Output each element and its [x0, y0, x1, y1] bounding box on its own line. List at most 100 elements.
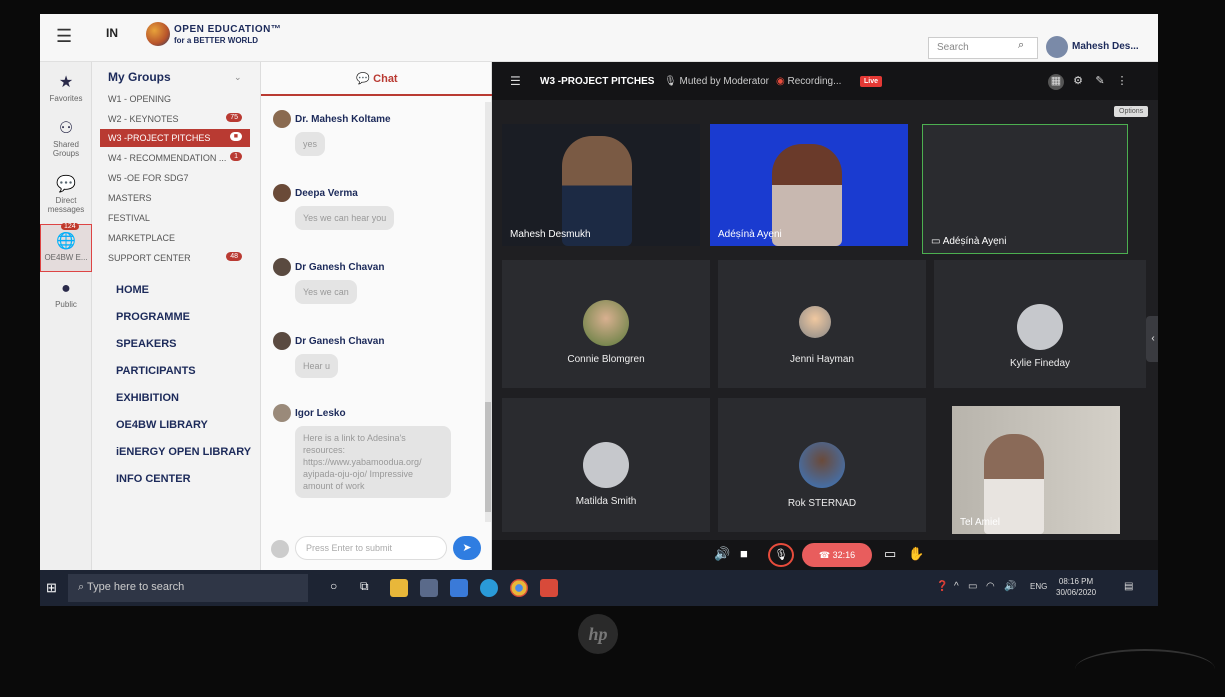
video-conference: ☰ W3 -PROJECT PITCHES 🎙 Muted by Moderat…	[492, 62, 1158, 570]
group-item[interactable]: MASTERS	[100, 189, 250, 207]
rail-item-oe4bw[interactable]: 124 🌐 OE4BW E...	[40, 223, 92, 272]
brand-mark: IN	[106, 26, 118, 40]
nav-ienergy-library[interactable]: iENERGY OPEN LIBRARY	[116, 446, 251, 458]
participant-name: Tel Amiel	[960, 517, 1001, 528]
mic-off-icon: 🎙	[774, 549, 788, 561]
more-options-icon[interactable]: ⋮	[1114, 74, 1130, 90]
participant-tile[interactable]: ▭ Adéṣínà Ayẹni	[922, 124, 1128, 254]
message-bubble: Yes we can	[295, 280, 357, 304]
chevron-down-icon[interactable]: ⌄	[234, 72, 242, 83]
rail-item-direct-messages[interactable]: 💬 Direct messages	[40, 174, 92, 214]
pencil-icon[interactable]: ✎	[1092, 74, 1108, 90]
raise-hand-icon[interactable]: ✋	[908, 546, 924, 562]
group-item[interactable]: W4 - RECOMMENDATION ... 1	[100, 149, 250, 167]
message-author: Dr Ganesh Chavan	[295, 262, 385, 273]
powerpoint-icon[interactable]	[540, 579, 558, 597]
participant-name: ▭ Adéṣínà Ayẹni	[931, 236, 1007, 247]
windows-taskbar: ⊞ ⌕ Type here to search ○ ⧉ ❓ ^ ▭ ◠ 🔊 EN…	[40, 570, 1158, 606]
chevron-left-icon[interactable]: ‹	[1146, 316, 1158, 362]
avatar[interactable]	[1046, 36, 1068, 58]
participant-tile[interactable]: Matilda Smith	[502, 398, 710, 532]
avatar	[799, 442, 845, 488]
mute-button[interactable]: 🎙	[768, 543, 794, 567]
file-explorer-icon[interactable]	[390, 579, 408, 597]
send-icon: ➤	[462, 542, 472, 554]
group-item[interactable]: FESTIVAL	[100, 209, 250, 227]
user-name[interactable]: Mahesh Des...	[1072, 41, 1139, 52]
rail-item-public[interactable]: ● Public	[40, 280, 92, 309]
participant-tile[interactable]: Jenni Hayman	[718, 260, 926, 388]
nav-speakers[interactable]: SPEAKERS	[116, 338, 177, 350]
notification-badge: 124	[61, 223, 79, 230]
group-item[interactable]: W1 - OPENING	[100, 90, 250, 108]
nav-library[interactable]: OE4BW LIBRARY	[116, 419, 208, 431]
camera-icon[interactable]: ■	[740, 546, 748, 561]
menu-icon[interactable]: ☰	[510, 74, 521, 88]
nav-info-center[interactable]: INFO CENTER	[116, 473, 191, 485]
scroll-thumb[interactable]	[485, 402, 491, 512]
meeting-title: W3 -PROJECT PITCHES	[540, 76, 655, 87]
chat-scrollbar[interactable]	[485, 102, 491, 522]
grid-view-icon[interactable]: ▦	[1048, 74, 1064, 90]
group-item[interactable]: W5 -OE FOR SDG7	[100, 169, 250, 187]
message-bubble: yes	[295, 132, 326, 156]
end-call-button[interactable]: ☎ 32:16	[802, 543, 872, 567]
group-badge: 75	[226, 113, 242, 122]
group-badge: 48	[226, 252, 242, 261]
globe-logo-icon	[146, 22, 170, 46]
wifi-icon[interactable]: ◠	[986, 581, 995, 592]
participant-tile[interactable]: Kylie Fineday	[934, 260, 1146, 388]
network-icon[interactable]: ▭	[968, 581, 977, 592]
volume-icon[interactable]: 🔊	[1004, 581, 1016, 592]
mic-muted-icon: 🎙	[664, 76, 680, 87]
participant-tile[interactable]: Connie Blomgren	[502, 260, 710, 388]
group-item[interactable]: MARKETPLACE	[100, 229, 250, 247]
participant-tile[interactable]: Tel Amiel	[952, 406, 1120, 534]
groups-panel: My Groups ⌄ W1 - OPENING W2 - KEYNOTES 75…	[92, 62, 260, 570]
help-icon[interactable]: ❓	[936, 581, 948, 592]
tab-chat[interactable]: 💬 Chat	[261, 62, 493, 96]
message-author: Dr. Mahesh Koltame	[295, 114, 391, 125]
chat-panel: 💬 Chat Dr. Mahesh Koltame yes Deepa Verm…	[260, 62, 493, 570]
windows-start-icon[interactable]: ⊞	[46, 580, 57, 596]
notifications-icon[interactable]: ▤	[1124, 581, 1133, 592]
rail-item-shared-groups[interactable]: ⚇ Shared Groups	[40, 118, 92, 158]
settings-icon[interactable]: ⚙	[1070, 74, 1086, 90]
send-button[interactable]: ➤	[453, 536, 481, 560]
participant-tile[interactable]: Rok STERNAD	[718, 398, 926, 532]
participant-tile[interactable]: Adéṣínà Ayẹni	[710, 124, 908, 246]
dropbox-icon[interactable]	[450, 579, 468, 597]
menu-icon[interactable]: ☰	[56, 26, 72, 47]
participant-name: Mahesh Desmukh	[510, 229, 591, 240]
group-item[interactable]: W2 - KEYNOTES 75	[100, 110, 250, 128]
nav-programme[interactable]: PROGRAMME	[116, 311, 190, 323]
task-view-icon[interactable]: ⧉	[360, 579, 378, 597]
nav-participants[interactable]: PARTICIPANTS	[116, 365, 196, 377]
avatar	[273, 332, 291, 350]
search-icon[interactable]: ⌕	[1018, 39, 1024, 52]
cortana-icon[interactable]: ○	[330, 579, 348, 597]
avatar	[583, 300, 629, 346]
screen-share-icon[interactable]: ▭	[884, 546, 896, 562]
oe4bw-logo-icon: ●	[61, 280, 71, 297]
avatar	[273, 184, 291, 202]
taskbar-search-input[interactable]: ⌕ Type here to search	[68, 574, 308, 602]
nav-home[interactable]: HOME	[116, 284, 149, 296]
chrome-icon[interactable]	[510, 579, 528, 597]
store-icon[interactable]	[420, 579, 438, 597]
participant-tile[interactable]: Mahesh Desmukh	[502, 124, 700, 246]
edge-icon[interactable]	[480, 579, 498, 597]
avatar	[273, 258, 291, 276]
clock[interactable]: 08:16 PM 30/06/2020	[1056, 576, 1096, 598]
nav-exhibition[interactable]: EXHIBITION	[116, 392, 179, 404]
language-indicator[interactable]: ENG	[1030, 582, 1047, 591]
hp-logo-icon: hp	[578, 614, 618, 654]
rail-item-favorites[interactable]: ★ Favorites	[40, 72, 92, 103]
chevron-up-icon[interactable]: ^	[954, 581, 959, 592]
avatar	[1017, 304, 1063, 350]
logo-subtitle: for a BETTER WORLD	[174, 36, 258, 45]
group-item-active[interactable]: W3 -PROJECT PITCHES ■	[100, 129, 250, 147]
chat-input[interactable]: Press Enter to submit	[295, 536, 447, 560]
group-item[interactable]: SUPPORT CENTER 48	[100, 249, 250, 267]
speaker-icon[interactable]: 🔊	[714, 546, 730, 562]
